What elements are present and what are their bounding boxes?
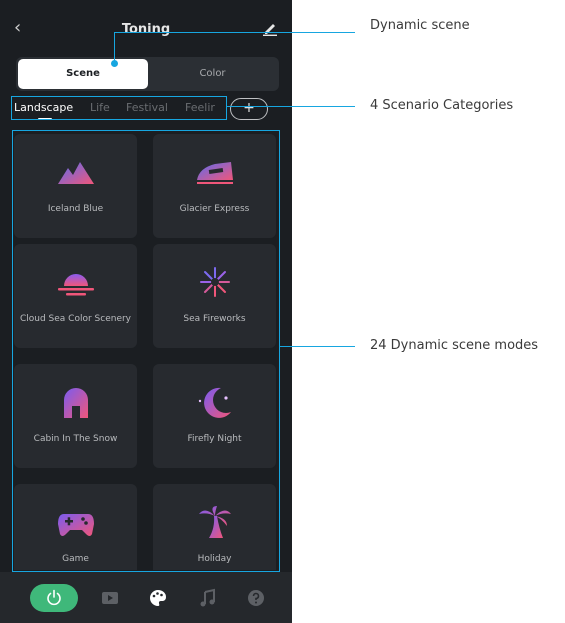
- categories-highlight-box: [11, 96, 227, 120]
- callout-line: [280, 346, 355, 348]
- power-icon: [47, 589, 61, 606]
- annotation-dynamic-scene: Dynamic scene: [370, 18, 470, 33]
- callout-line: [114, 32, 355, 34]
- palette-icon[interactable]: [148, 588, 168, 608]
- annotation-categories: 4 Scenario Categories: [370, 98, 514, 113]
- annotation-modes: 24 Dynamic scene modes: [370, 338, 539, 353]
- tab-scene[interactable]: Scene: [18, 59, 148, 89]
- add-category-button[interactable]: +: [230, 98, 268, 120]
- pencil-icon[interactable]: [262, 20, 278, 36]
- modes-highlight-box: [12, 130, 280, 572]
- power-button[interactable]: [30, 584, 78, 612]
- video-icon[interactable]: [100, 588, 120, 608]
- callout-line: [114, 32, 116, 64]
- help-icon[interactable]: [246, 588, 266, 608]
- tab-color[interactable]: Color: [148, 59, 277, 89]
- music-icon[interactable]: [198, 588, 218, 608]
- scene-color-switch: Scene Color: [16, 57, 279, 91]
- page-title: Toning: [121, 22, 171, 37]
- bottom-nav: [0, 572, 292, 623]
- callout-line: [227, 106, 355, 108]
